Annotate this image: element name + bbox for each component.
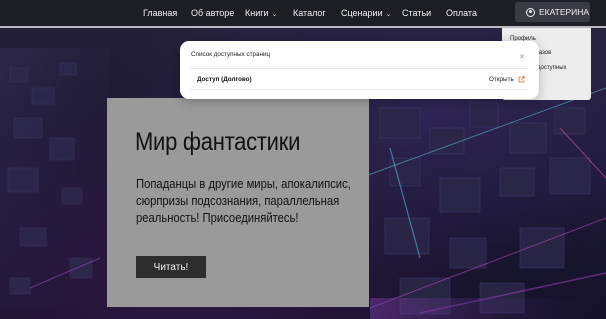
user-menu-item-available[interactable]: доступных (537, 65, 567, 71)
nav-item-scenarios[interactable]: Сценарии ⌄ (341, 8, 391, 18)
access-row-label: Доступ (Долгово) (197, 76, 252, 83)
open-link[interactable]: Открыть (489, 76, 525, 83)
nav-item-articles[interactable]: Статьи (402, 8, 431, 18)
divider (191, 68, 528, 69)
modal-title: Список доступных страниц (191, 51, 271, 58)
close-icon[interactable]: ✕ (519, 54, 525, 61)
top-navigation: Главная Об авторе Книги ⌄ Каталог Сценари… (0, 0, 606, 28)
divider (191, 89, 528, 90)
nav-item-about-author[interactable]: Об авторе (191, 8, 234, 18)
chevron-down-icon: ⌄ (271, 11, 278, 18)
user-name: ЕКАТЕРИНА (539, 7, 590, 17)
nav-item-books[interactable]: Книги ⌄ (245, 8, 277, 18)
hero-card: Мир фантастики Попаданцы в другие миры, … (107, 98, 369, 307)
hero-description: Попаданцы в другие миры, апокалипсис, сю… (136, 177, 351, 225)
read-button[interactable]: Читать! (136, 256, 206, 278)
nav-item-scenarios-label: Сценарии (341, 8, 383, 18)
nav-item-catalog[interactable]: Каталог (293, 8, 326, 18)
hero-title: Мир фантастики (135, 128, 301, 156)
nav-item-books-label: Книги (245, 8, 269, 18)
external-link-icon (518, 76, 525, 83)
chevron-down-icon: ⌄ (385, 11, 392, 18)
open-link-label: Открыть (489, 76, 514, 83)
user-circle-icon (526, 7, 535, 17)
user-account-button[interactable]: ЕКАТЕРИНА (515, 2, 590, 22)
nav-item-home[interactable]: Главная (143, 8, 177, 18)
nav-item-payment[interactable]: Оплата (446, 8, 477, 18)
available-pages-modal: Список доступных страниц ✕ Доступ (Долго… (180, 41, 539, 99)
